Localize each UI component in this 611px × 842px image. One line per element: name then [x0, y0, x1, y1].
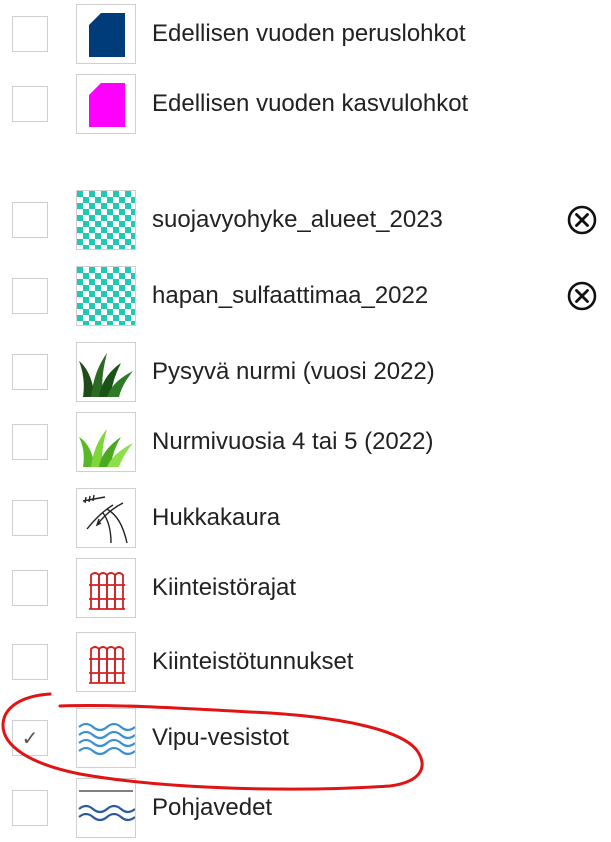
layer-label: Edellisen vuoden peruslohkot [152, 20, 466, 47]
waves-icon [76, 708, 136, 768]
remove-layer-icon[interactable] [566, 204, 598, 236]
checker-pattern-icon [76, 266, 136, 326]
groundwater-icon [76, 778, 136, 838]
layer-label: suojavyohyke_alueet_2023 [152, 206, 443, 233]
layer-row-hukkakaura[interactable]: Hukkakaura [0, 484, 611, 552]
block-shape-icon [76, 74, 136, 134]
wild-oat-icon [76, 488, 136, 548]
layer-checkbox[interactable] [12, 644, 48, 680]
layer-label: Pohjavedet [152, 794, 273, 821]
checkmark-icon: ✓ [21, 727, 39, 750]
layer-checkbox[interactable] [12, 278, 48, 314]
layer-label: Nurmivuosia 4 tai 5 (2022) [152, 428, 434, 455]
layer-checkbox[interactable] [12, 354, 48, 390]
layer-label: hapan_sulfaattimaa_2022 [152, 282, 429, 309]
layer-checkbox[interactable] [12, 790, 48, 826]
fence-icon [76, 558, 136, 618]
layer-checkbox[interactable] [12, 570, 48, 606]
layer-label: Hukkakaura [152, 504, 281, 531]
layer-row-kiinteistorajat[interactable]: Kiinteistörajat [0, 554, 611, 622]
grass-light-icon [76, 412, 136, 472]
layer-checkbox[interactable] [12, 424, 48, 460]
layer-checkbox[interactable]: ✓ [12, 720, 48, 756]
layer-label: Edellisen vuoden kasvulohkot [152, 90, 469, 117]
layer-label: Kiinteistötunnukset [152, 648, 354, 675]
fence-icon [76, 632, 136, 692]
layer-row-kasvulohkot[interactable]: Edellisen vuoden kasvulohkot [0, 70, 611, 138]
layer-row-hapan-sulfaattimaa[interactable]: hapan_sulfaattimaa_2022 [0, 262, 611, 330]
layer-label: Pysyvä nurmi (vuosi 2022) [152, 358, 435, 385]
layer-checkbox[interactable] [12, 202, 48, 238]
layer-row-nurmivuosia[interactable]: Nurmivuosia 4 tai 5 (2022) [0, 408, 611, 476]
layer-row-peruslohkot[interactable]: Edellisen vuoden peruslohkot [0, 0, 611, 68]
layer-row-pohjavedet[interactable]: Pohjavedet [0, 774, 611, 842]
layer-row-suojavyohyke[interactable]: suojavyohyke_alueet_2023 [0, 186, 611, 254]
layer-checkbox[interactable] [12, 500, 48, 536]
layer-label: Kiinteistörajat [152, 574, 297, 601]
block-shape-icon [76, 4, 136, 64]
layer-checkbox[interactable] [12, 86, 48, 122]
layer-label: Vipu-vesistot [152, 724, 289, 751]
checker-pattern-icon [76, 190, 136, 250]
layer-checkbox[interactable] [12, 16, 48, 52]
layer-row-pysyva-nurmi[interactable]: Pysyvä nurmi (vuosi 2022) [0, 338, 611, 406]
layer-row-vipu-vesistot[interactable]: ✓ Vipu-vesistot [0, 704, 611, 772]
remove-layer-icon[interactable] [566, 280, 598, 312]
layer-row-kiinteistotunnukset[interactable]: Kiinteistötunnukset [0, 628, 611, 696]
grass-dark-icon [76, 342, 136, 402]
